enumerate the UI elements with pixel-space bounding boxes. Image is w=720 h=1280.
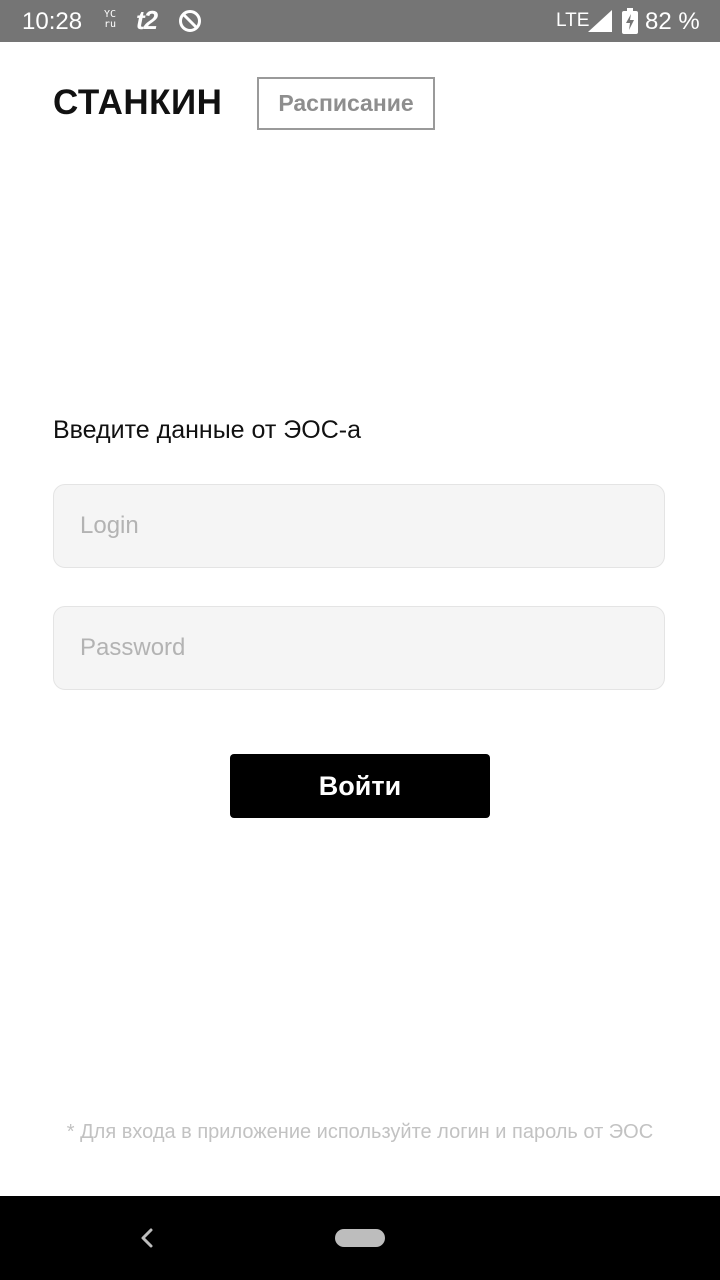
password-input[interactable] <box>54 607 664 689</box>
status-time: 10:28 <box>22 8 83 35</box>
password-field <box>53 606 665 690</box>
yc-ru-icon: YC ru <box>104 10 116 30</box>
back-icon[interactable] <box>134 1224 160 1252</box>
login-footnote: * Для входа в приложение используйте лог… <box>66 1121 654 1143</box>
battery-charging-icon <box>622 8 638 34</box>
network-type: LTE <box>556 10 590 31</box>
status-bar: 10:28 YC ru t2 LTE 82 % <box>0 0 720 42</box>
yc-ru-icon-bottom: ru <box>104 19 117 30</box>
app-logo: СТАНКИН <box>53 83 223 122</box>
login-field <box>53 484 665 568</box>
login-prompt: Введите данные от ЭОС-а <box>53 416 361 444</box>
carrier-t2-icon: t2 <box>136 5 158 35</box>
schedule-button[interactable]: Расписание <box>257 77 435 130</box>
home-pill-icon[interactable] <box>335 1229 385 1247</box>
battery-percent: 82 % <box>645 8 700 35</box>
login-input[interactable] <box>54 485 664 567</box>
signal-icon <box>588 10 612 32</box>
navigation-bar <box>0 1196 720 1280</box>
dnd-icon <box>179 10 201 32</box>
login-button[interactable]: Войти <box>230 754 490 818</box>
